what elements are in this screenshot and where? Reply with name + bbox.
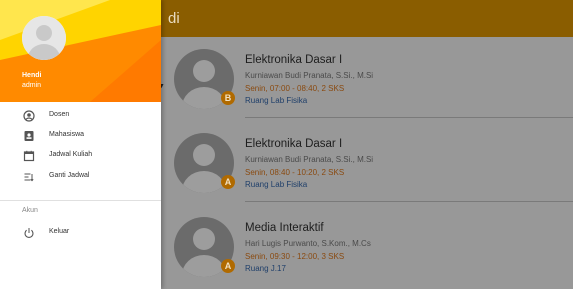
swap-schedule-icon bbox=[24, 173, 34, 182]
class-badge: B bbox=[221, 91, 235, 105]
room-name: Ruang Lab Fisika bbox=[245, 96, 308, 105]
divider bbox=[245, 201, 573, 202]
class-badge: A bbox=[221, 259, 235, 273]
navigation-drawer: Hendi admin Dosen Mahasiswa Jadwal Kulia… bbox=[0, 0, 161, 289]
menu-item-label: Ganti Jadwal bbox=[49, 172, 90, 179]
schedule-time: Senin, 09:30 - 12:00, 3 SKS bbox=[245, 252, 345, 261]
section-header-akun: Akun bbox=[22, 207, 38, 214]
schedule-time: Senin, 07:00 - 08:40, 2 SKS bbox=[245, 84, 345, 93]
lecturer-avatar: A bbox=[174, 133, 235, 193]
calendar-icon bbox=[23, 150, 35, 162]
schedule-card[interactable]: B Elektronika Dasar I Kurniawan Budi Pra… bbox=[170, 37, 573, 121]
lecturer-avatar: B bbox=[174, 49, 235, 109]
course-title: Media Interaktif bbox=[245, 222, 324, 234]
menu-item-label: Jadwal Kuliah bbox=[49, 151, 93, 158]
menu-item-label: Dosen bbox=[49, 111, 70, 118]
room-name: Ruang J.17 bbox=[245, 264, 286, 273]
schedule-time: Senin, 08:40 - 10:20, 2 SKS bbox=[245, 168, 345, 177]
app-title: di bbox=[168, 10, 180, 27]
lecturer-name: Hari Lugis Purwanto, S.Kom., M.Cs bbox=[245, 239, 371, 248]
menu-item-keluar[interactable]: Keluar bbox=[0, 223, 161, 243]
menu-item-label: Keluar bbox=[49, 228, 70, 235]
course-title: Elektronika Dasar I bbox=[245, 138, 343, 150]
power-icon bbox=[24, 228, 34, 238]
menu-item-jadwal-kuliah[interactable]: Jadwal Kuliah bbox=[0, 146, 161, 166]
drawer-header: Hendi admin bbox=[0, 0, 161, 102]
lecturer-avatar: A bbox=[174, 217, 235, 277]
lecturer-name: Kurniawan Budi Pranata, S.Si., M.Si bbox=[245, 71, 374, 80]
schedule-card[interactable]: A Media Interaktif Hari Lugis Purwanto, … bbox=[170, 205, 573, 289]
menu-item-label: Mahasiswa bbox=[49, 131, 85, 138]
course-title: Elektronika Dasar I bbox=[245, 54, 343, 66]
menu-item-dosen[interactable]: Dosen bbox=[0, 106, 161, 126]
divider bbox=[245, 117, 573, 118]
account-circle-icon bbox=[23, 110, 35, 122]
user-role: admin bbox=[22, 82, 42, 89]
contact-card-icon bbox=[24, 131, 34, 141]
user-name: Hendi bbox=[22, 72, 42, 79]
room-name: Ruang Lab Fisika bbox=[245, 180, 308, 189]
divider bbox=[0, 200, 161, 201]
avatar[interactable] bbox=[22, 16, 66, 60]
class-badge: A bbox=[221, 175, 235, 189]
schedule-card[interactable]: A Elektronika Dasar I Kurniawan Budi Pra… bbox=[170, 121, 573, 205]
menu-item-mahasiswa[interactable]: Mahasiswa bbox=[0, 126, 161, 146]
lecturer-name: Kurniawan Budi Pranata, S.Si., M.Si bbox=[245, 155, 374, 164]
menu-item-ganti-jadwal[interactable]: Ganti Jadwal bbox=[0, 167, 161, 187]
